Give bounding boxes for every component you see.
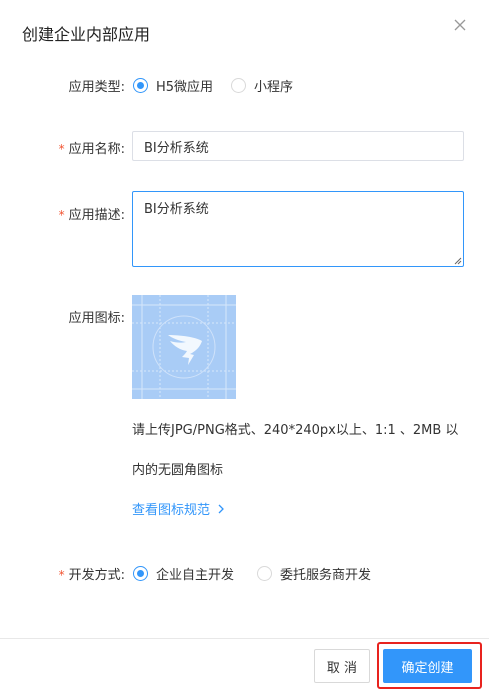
radio-h5-app-label: H5微应用 <box>156 80 214 95</box>
icon-hint-line-1: 请上传JPG/PNG格式、240*240px以上、1:1 、2MB 以 <box>132 423 459 438</box>
create-app-dialog: 创建企业内部应用 应用类型: H5微应用 小程序 *应用名称: *应用描述: <box>0 0 489 689</box>
radio-mini-program-label: 小程序 <box>254 80 294 95</box>
app-name-input[interactable] <box>132 131 464 161</box>
radio-self-dev[interactable]: 企业自主开发 <box>133 564 234 583</box>
radio-mini-program[interactable]: 小程序 <box>231 76 293 95</box>
app-type-label: 应用类型: <box>68 80 125 95</box>
dev-mode-label: * 开发方式: <box>58 568 125 583</box>
icon-spec-link[interactable]: 查看图标规范 <box>132 499 226 518</box>
radio-unchecked-icon <box>231 78 246 93</box>
dingtalk-logo-icon <box>132 295 236 399</box>
footer-divider <box>0 638 489 639</box>
app-name-label: * 应用名称: <box>58 142 125 157</box>
resize-grip-icon[interactable] <box>453 256 462 265</box>
app-desc-row: * 应用描述: <box>0 191 489 267</box>
app-name-row: * 应用名称: <box>0 131 489 161</box>
dialog-title: 创建企业内部应用 <box>22 25 151 44</box>
app-icon-row: 应用图标: <box>0 307 489 327</box>
radio-unchecked-icon <box>257 566 272 581</box>
radio-vendor-dev-label: 委托服务商开发 <box>280 568 372 583</box>
app-type-row: 应用类型: H5微应用 小程序 <box>0 74 489 95</box>
required-mark: * <box>58 208 65 222</box>
radio-checked-icon <box>133 566 148 581</box>
icon-spec-link-label: 查看图标规范 <box>132 503 211 518</box>
radio-vendor-dev[interactable]: 委托服务商开发 <box>257 564 371 583</box>
app-desc-textarea[interactable] <box>132 191 464 267</box>
app-icon-uploader[interactable] <box>132 295 236 399</box>
app-desc-label: * 应用描述: <box>58 208 125 223</box>
required-mark: * <box>58 142 65 156</box>
close-icon[interactable] <box>451 16 469 34</box>
required-mark: * <box>58 568 65 582</box>
radio-checked-icon <box>133 78 148 93</box>
dev-mode-row: * 开发方式: 企业自主开发 委托服务商开发 <box>0 562 489 583</box>
cancel-button[interactable]: 取 消 <box>314 649 370 683</box>
radio-self-dev-label: 企业自主开发 <box>156 568 235 583</box>
app-icon-label: 应用图标: <box>68 311 125 326</box>
chevron-right-icon <box>218 504 225 514</box>
radio-h5-app[interactable]: H5微应用 <box>133 76 213 95</box>
confirm-create-button[interactable]: 确定创建 <box>383 649 472 683</box>
icon-hint-line-2: 内的无圆角图标 <box>132 463 224 478</box>
